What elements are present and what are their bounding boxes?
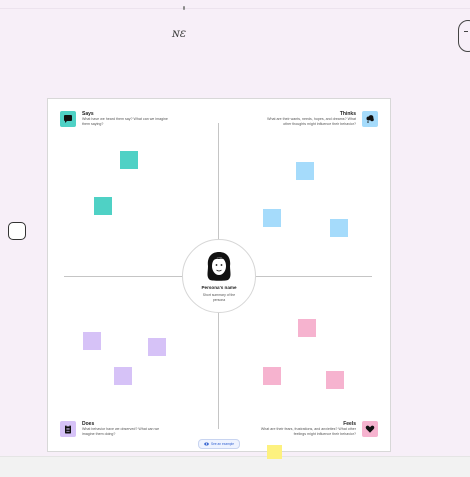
sticky-note-yellow[interactable] bbox=[267, 445, 282, 459]
persona-face-icon bbox=[207, 252, 231, 281]
does-description: What behavior have we observed? What can… bbox=[82, 427, 160, 436]
octagon-shape[interactable] bbox=[8, 222, 26, 240]
see-example-button[interactable]: See an example bbox=[198, 439, 240, 449]
sticky-note-text bbox=[120, 151, 138, 157]
sticky-note-does-1[interactable] bbox=[83, 332, 101, 350]
feels-description: What are their fears, frustrations, and … bbox=[260, 427, 356, 436]
clipboard-icon bbox=[60, 421, 76, 437]
sticky-note-thinks-1[interactable] bbox=[296, 162, 314, 180]
handwritten-scribble: ɴɛ bbox=[172, 26, 187, 40]
eye-icon bbox=[204, 442, 209, 446]
see-example-label: See an example bbox=[210, 442, 235, 446]
thought-cloud-icon bbox=[362, 111, 378, 127]
oval-shape[interactable] bbox=[458, 20, 470, 52]
sticky-note-text bbox=[94, 197, 112, 203]
sticky-note-says-1[interactable] bbox=[120, 151, 138, 169]
drag-dot bbox=[183, 6, 185, 10]
sticky-note-thinks-2[interactable] bbox=[263, 209, 281, 227]
bottom-toolbar-area bbox=[0, 456, 470, 477]
minus-icon bbox=[464, 31, 468, 32]
sticky-note-feels-3[interactable] bbox=[326, 371, 344, 389]
sticky-note-says-2[interactable] bbox=[94, 197, 112, 215]
persona-summary: Short summary of the persona bbox=[202, 293, 236, 302]
canvas-top-edge bbox=[0, 0, 470, 9]
sticky-note-thinks-3[interactable] bbox=[330, 219, 348, 237]
persona-name: Persona's name bbox=[201, 285, 237, 290]
thinks-description: What are their wants, needs, hopes, and … bbox=[267, 117, 356, 126]
sticky-note-feels-1[interactable] bbox=[298, 319, 316, 337]
persona-circle[interactable]: Persona's name Short summary of the pers… bbox=[182, 239, 256, 313]
sticky-note-does-3[interactable] bbox=[114, 367, 132, 385]
speech-bubble-icon bbox=[60, 111, 76, 127]
sticky-note-does-2[interactable] bbox=[148, 338, 166, 356]
heart-icon bbox=[362, 421, 378, 437]
sticky-note-text bbox=[296, 162, 314, 168]
sticky-note-feels-2[interactable] bbox=[263, 367, 281, 385]
says-description: What have we heard them say? What can we… bbox=[82, 117, 168, 126]
empathy-map-board[interactable]: Says What have we heard them say? What c… bbox=[47, 98, 391, 452]
